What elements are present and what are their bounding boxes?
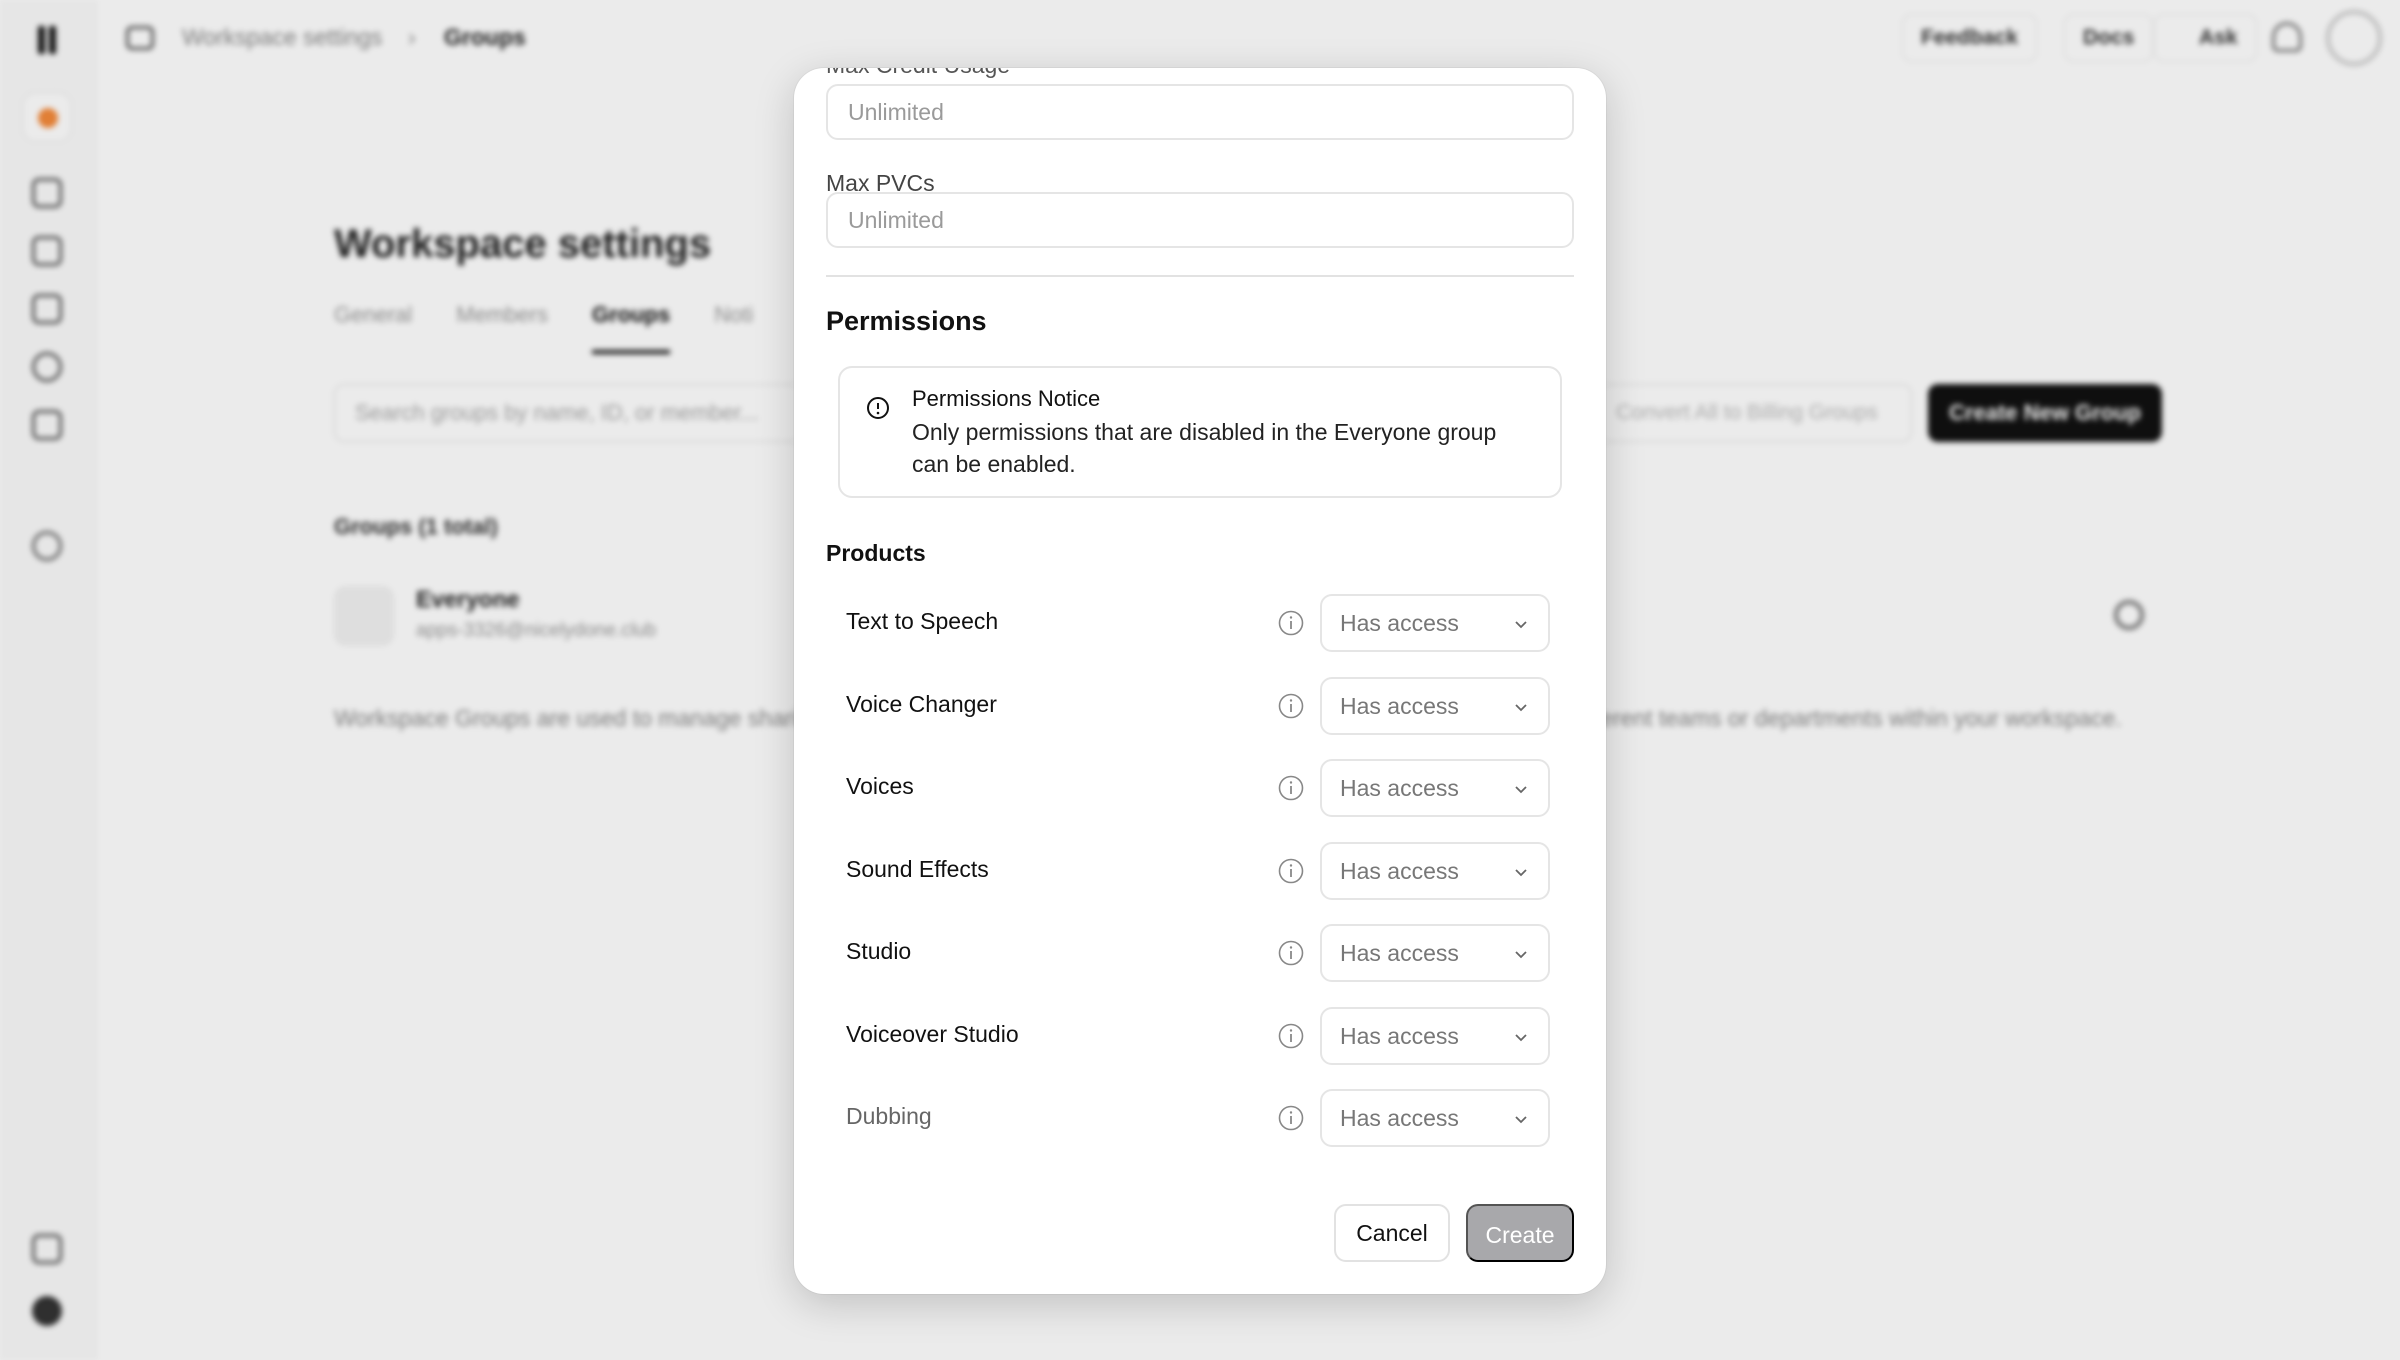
divider <box>826 275 1574 277</box>
access-value: Has access <box>1340 692 1459 719</box>
notice-title: Permissions Notice <box>912 386 1101 411</box>
access-select[interactable]: Has access <box>1320 1006 1550 1065</box>
product-name: Voice Changer <box>846 690 997 717</box>
info-icon[interactable] <box>1278 775 1304 801</box>
chevron-down-icon <box>1515 868 1527 876</box>
max-pvcs-input[interactable]: Unlimited <box>826 192 1574 248</box>
product-row: Voices Has access <box>826 759 1574 817</box>
info-circle-icon <box>867 397 889 419</box>
create-group-dialog: Max Credit Usage Unlimited Max Credit Us… <box>794 68 1606 1294</box>
max-credit-label-clipped: Max Credit Usage <box>826 68 1010 79</box>
info-icon[interactable] <box>1278 940 1304 966</box>
cancel-button[interactable]: Cancel <box>1334 1204 1450 1262</box>
access-value: Has access <box>1340 610 1459 636</box>
info-icon[interactable] <box>1278 1023 1304 1049</box>
notice-body: Only permissions that are disabled in th… <box>912 419 1497 477</box>
product-name: Voices <box>846 773 914 799</box>
product-name: Sound Effects <box>846 855 989 882</box>
chevron-down-icon <box>1515 621 1527 629</box>
access-select[interactable]: Has access <box>1320 841 1550 900</box>
product-row: Sound Effects Has access <box>826 841 1574 900</box>
product-row: Voiceover Studio Has access <box>826 1006 1574 1065</box>
product-name: Studio <box>846 938 912 964</box>
access-value: Has access <box>1340 857 1459 884</box>
access-select[interactable]: Has access <box>1320 1089 1550 1147</box>
products-heading: Products <box>826 540 926 566</box>
chevron-down-icon <box>1515 1116 1527 1124</box>
info-icon[interactable] <box>1278 610 1304 636</box>
chevron-down-icon <box>1515 951 1527 959</box>
info-icon[interactable] <box>1278 858 1304 884</box>
product-row: Studio Has access <box>826 924 1574 982</box>
product-name: Text to Speech <box>846 608 999 634</box>
chevron-down-icon <box>1515 1033 1527 1041</box>
info-icon[interactable] <box>1278 1105 1304 1131</box>
access-select[interactable]: Has access <box>1320 594 1550 652</box>
product-name: Dubbing <box>846 1103 932 1129</box>
product-row: Text to Speech Has access <box>826 594 1574 652</box>
chevron-down-icon <box>1515 786 1527 794</box>
access-select[interactable]: Has access <box>1320 759 1550 817</box>
chevron-down-icon <box>1515 703 1527 711</box>
access-value: Has access <box>1340 1105 1459 1131</box>
max-credit-input[interactable]: Unlimited <box>826 84 1574 140</box>
access-value: Has access <box>1340 1022 1459 1049</box>
product-row: Dubbing Has access <box>826 1089 1574 1147</box>
access-value: Has access <box>1340 775 1459 801</box>
access-select[interactable]: Has access <box>1320 924 1550 982</box>
permissions-notice: Permissions Notice Only permissions that… <box>838 366 1562 498</box>
product-row: Voice Changer Has access <box>826 676 1574 735</box>
info-icon[interactable] <box>1278 693 1304 719</box>
permissions-heading: Permissions <box>826 306 987 336</box>
create-button[interactable]: Create <box>1466 1204 1574 1262</box>
access-select[interactable]: Has access <box>1320 676 1550 735</box>
product-name: Voiceover Studio <box>846 1020 1019 1047</box>
access-value: Has access <box>1340 940 1459 966</box>
